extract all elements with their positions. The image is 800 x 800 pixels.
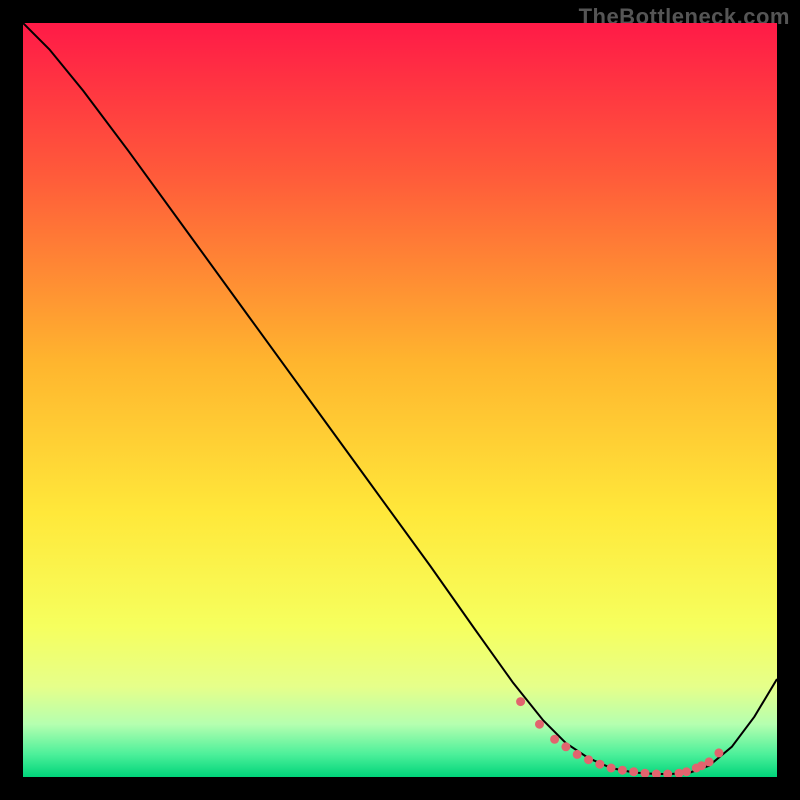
marker-point — [561, 742, 570, 751]
marker-point — [584, 755, 593, 764]
marker-point — [607, 764, 616, 773]
chart-plot — [23, 23, 777, 777]
marker-point — [535, 720, 544, 729]
marker-point — [682, 767, 691, 776]
chart-background — [23, 23, 777, 777]
chart-frame: TheBottleneck.com — [0, 0, 800, 800]
marker-point — [550, 735, 559, 744]
marker-point — [618, 766, 627, 775]
marker-point — [595, 760, 604, 769]
marker-point — [573, 750, 582, 759]
marker-point — [705, 757, 714, 766]
marker-point — [714, 748, 723, 757]
marker-point — [629, 767, 638, 776]
marker-point — [516, 697, 525, 706]
